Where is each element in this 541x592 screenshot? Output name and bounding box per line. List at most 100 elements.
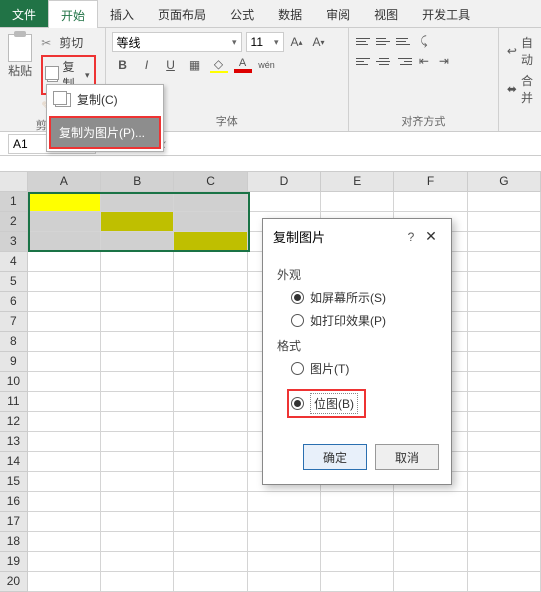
underline-button[interactable]: U	[160, 56, 182, 74]
menu-item-copy-as-picture[interactable]: 复制为图片(P)...	[49, 116, 161, 149]
radio-picture[interactable]: 图片(T)	[291, 360, 437, 377]
cell[interactable]	[28, 472, 101, 492]
cell[interactable]	[28, 332, 101, 352]
increase-indent-button[interactable]: ⇥	[435, 52, 453, 70]
cell[interactable]	[101, 492, 174, 512]
cell[interactable]	[468, 332, 541, 352]
cell[interactable]	[248, 552, 321, 572]
cell[interactable]	[174, 352, 247, 372]
cell[interactable]	[394, 512, 467, 532]
row-header[interactable]: 7	[0, 312, 28, 332]
cell[interactable]	[394, 572, 467, 592]
tab-home[interactable]: 开始	[48, 0, 98, 28]
cell[interactable]	[101, 392, 174, 412]
dialog-help-button[interactable]: ?	[401, 230, 421, 244]
cell[interactable]	[28, 572, 101, 592]
cell[interactable]	[394, 552, 467, 572]
cell[interactable]	[174, 472, 247, 492]
chevron-down-icon[interactable]: ▾	[232, 37, 237, 48]
cell[interactable]	[468, 392, 541, 412]
cell[interactable]	[248, 192, 321, 212]
row-header[interactable]: 13	[0, 432, 28, 452]
row-header[interactable]: 17	[0, 512, 28, 532]
cell[interactable]	[101, 532, 174, 552]
merge-button[interactable]: ⬌ 合并	[505, 70, 535, 108]
cell[interactable]	[174, 552, 247, 572]
cell[interactable]	[468, 252, 541, 272]
select-all-corner[interactable]	[0, 172, 28, 191]
row-header[interactable]: 5	[0, 272, 28, 292]
paste-button[interactable]: 粘贴	[6, 32, 34, 94]
cell[interactable]	[394, 492, 467, 512]
cell[interactable]	[468, 572, 541, 592]
font-size-combo[interactable]: 11 ▾	[246, 32, 284, 52]
row-header[interactable]: 9	[0, 352, 28, 372]
align-middle-button[interactable]	[375, 32, 393, 50]
cell[interactable]	[174, 452, 247, 472]
fill-color-button[interactable]: ◇	[208, 56, 230, 74]
row-header[interactable]: 10	[0, 372, 28, 392]
cell[interactable]	[468, 532, 541, 552]
cell[interactable]	[28, 412, 101, 432]
cell[interactable]	[101, 272, 174, 292]
cell[interactable]	[28, 272, 101, 292]
tab-insert[interactable]: 插入	[98, 0, 146, 27]
chevron-down-icon[interactable]: ▾	[274, 37, 279, 48]
cell[interactable]	[468, 192, 541, 212]
cell[interactable]	[101, 512, 174, 532]
align-top-button[interactable]	[355, 32, 373, 50]
cell[interactable]	[101, 552, 174, 572]
cell[interactable]	[321, 192, 394, 212]
tab-file[interactable]: 文件	[0, 0, 48, 27]
row-header[interactable]: 3	[0, 232, 28, 252]
cell[interactable]	[28, 192, 101, 212]
dialog-close-button[interactable]: ✕	[421, 228, 441, 245]
cell[interactable]	[101, 332, 174, 352]
cell[interactable]	[468, 412, 541, 432]
cell[interactable]	[174, 412, 247, 432]
cell[interactable]	[321, 532, 394, 552]
row-header[interactable]: 1	[0, 192, 28, 212]
cell[interactable]	[248, 512, 321, 532]
cell[interactable]	[248, 572, 321, 592]
cell[interactable]	[28, 212, 101, 232]
row-header[interactable]: 20	[0, 572, 28, 592]
cell[interactable]	[101, 232, 174, 252]
cell[interactable]	[101, 452, 174, 472]
cell[interactable]	[174, 252, 247, 272]
cell[interactable]	[174, 492, 247, 512]
cell[interactable]	[28, 352, 101, 372]
cell[interactable]	[248, 492, 321, 512]
cell[interactable]	[174, 332, 247, 352]
cell[interactable]	[28, 252, 101, 272]
cell[interactable]	[321, 512, 394, 532]
cell[interactable]	[174, 292, 247, 312]
cell[interactable]	[468, 352, 541, 372]
row-header[interactable]: 14	[0, 452, 28, 472]
cell[interactable]	[468, 212, 541, 232]
cell[interactable]	[101, 212, 174, 232]
tab-review[interactable]: 审阅	[314, 0, 362, 27]
cancel-button[interactable]: 取消	[375, 444, 439, 470]
cell[interactable]	[101, 312, 174, 332]
cell[interactable]	[468, 292, 541, 312]
row-header[interactable]: 6	[0, 292, 28, 312]
cell[interactable]	[468, 432, 541, 452]
row-header[interactable]: 16	[0, 492, 28, 512]
row-header[interactable]: 19	[0, 552, 28, 572]
increase-font-button[interactable]: A▴	[288, 33, 306, 51]
col-header-G[interactable]: G	[468, 172, 541, 191]
tab-page-layout[interactable]: 页面布局	[146, 0, 218, 27]
cell[interactable]	[28, 532, 101, 552]
cell[interactable]	[174, 432, 247, 452]
cell[interactable]	[101, 192, 174, 212]
col-header-F[interactable]: F	[394, 172, 467, 191]
tab-view[interactable]: 视图	[362, 0, 410, 27]
row-header[interactable]: 4	[0, 252, 28, 272]
orientation-button[interactable]: ⤹	[415, 32, 433, 50]
wrap-text-button[interactable]: ↩ 自动	[505, 32, 535, 70]
cell[interactable]	[28, 292, 101, 312]
cell[interactable]	[174, 532, 247, 552]
font-color-button[interactable]: A	[232, 56, 254, 74]
cell[interactable]	[321, 572, 394, 592]
